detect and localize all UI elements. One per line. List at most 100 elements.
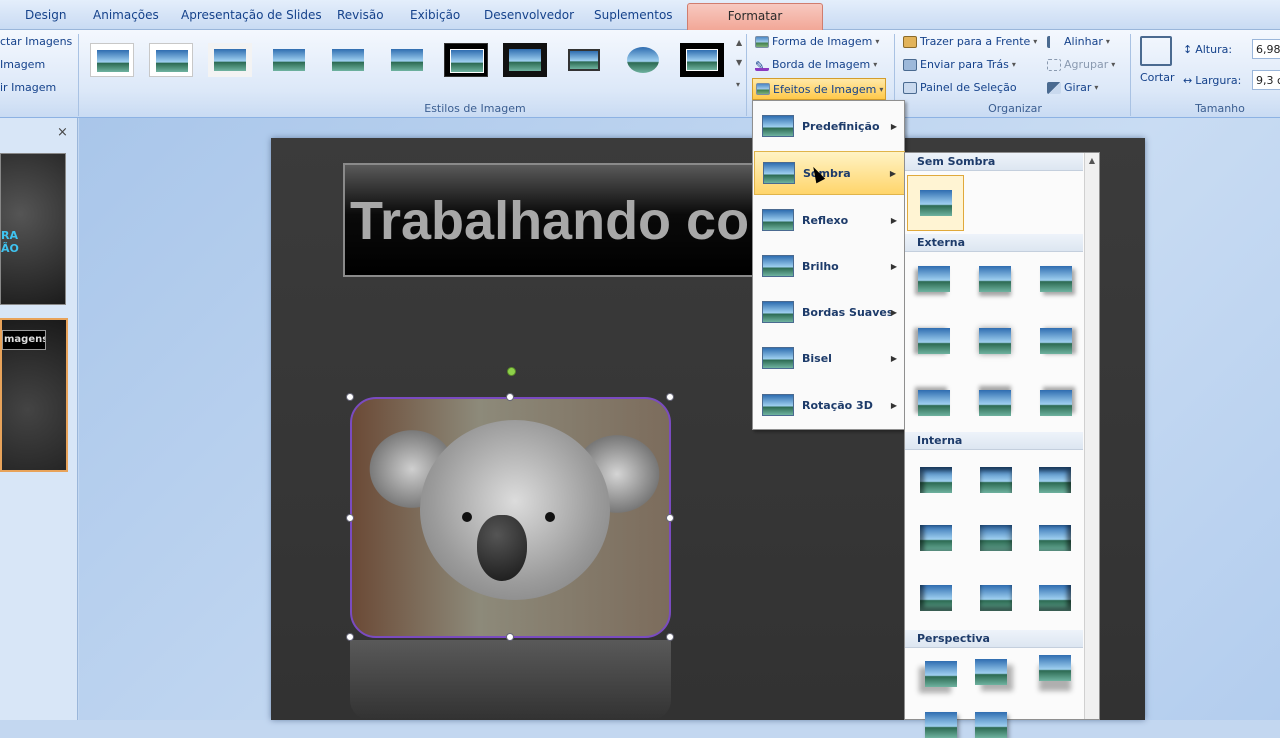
forma-label: Forma de Imagem: [772, 35, 873, 48]
shadow-option-interna-2[interactable]: [980, 467, 1012, 493]
enviar-tras-button[interactable]: Enviar para Trás ▾: [903, 58, 1016, 71]
rotation-handle[interactable]: [507, 367, 516, 376]
resize-handle-r[interactable]: [666, 514, 674, 522]
shadow-option-perspectiva-1[interactable]: [925, 661, 957, 687]
altura-field[interactable]: 6,98: [1252, 39, 1280, 59]
image-style-11[interactable]: [680, 43, 724, 77]
shadow-option-interna-7[interactable]: [920, 585, 952, 611]
agrupar-label: Agrupar: [1064, 58, 1109, 71]
image-style-7[interactable]: [444, 43, 488, 77]
menu-label: Bisel: [802, 351, 832, 365]
shadow-option-externa-4[interactable]: [918, 328, 950, 354]
gallery-expand-icon[interactable]: ▾: [736, 80, 740, 89]
menu-label: Predefinição: [802, 119, 880, 133]
menu-item-sombra[interactable]: Sombra ▶: [754, 151, 905, 195]
submenu-arrow-icon: ▶: [890, 400, 897, 410]
shadow-option-interna-3[interactable]: [1039, 467, 1071, 493]
image-style-1[interactable]: [90, 43, 134, 77]
shadow-option-externa-7[interactable]: [918, 390, 950, 416]
largura-field[interactable]: 9,3 c: [1252, 70, 1280, 90]
slide-thumbnail-1[interactable]: RA ÃO: [0, 153, 66, 305]
image-style-4[interactable]: [267, 43, 311, 77]
agrupar-button[interactable]: Agrupar ▾: [1047, 58, 1115, 71]
shadow-option-externa-1[interactable]: [918, 266, 950, 292]
shadow-option-interna-5[interactable]: [980, 525, 1012, 551]
menu-label: Bordas Suaves: [802, 305, 894, 319]
koala-eye-right: [545, 512, 555, 522]
shadow-option-externa-9[interactable]: [1040, 390, 1072, 416]
rotation-3d-icon: [762, 394, 794, 416]
shadow-option-externa-5[interactable]: [979, 328, 1011, 354]
shadow-thumb: [920, 190, 952, 216]
koala-nose: [477, 515, 527, 581]
tab-formatar[interactable]: Formatar: [687, 3, 823, 30]
ribbon-tab-bar: Design Animações Apresentação de Slides …: [0, 0, 1280, 30]
tab-design[interactable]: Design: [25, 8, 66, 22]
shadow-option-perspectiva-4[interactable]: [925, 712, 957, 738]
shadow-option-interna-1[interactable]: [920, 467, 952, 493]
resize-handle-br[interactable]: [666, 633, 674, 641]
slide-thumbnail-2[interactable]: magens: [0, 318, 68, 472]
close-panel-icon[interactable]: ×: [57, 125, 68, 140]
menu-item-rotacao-3d[interactable]: Rotação 3D ▶: [754, 383, 905, 427]
ribbon-left-item-2: Imagem: [0, 58, 46, 71]
image-style-8[interactable]: [503, 43, 547, 77]
change-image-button[interactable]: Imagem: [0, 58, 45, 71]
borda-imagem-button[interactable]: ✎ Borda de Imagem ▾: [755, 58, 877, 72]
resize-handle-tr[interactable]: [666, 393, 674, 401]
tab-exibicao[interactable]: Exibição: [410, 8, 460, 22]
resize-handle-bl[interactable]: [346, 633, 354, 641]
resize-handle-b[interactable]: [506, 633, 514, 641]
menu-item-bisel[interactable]: Bisel ▶: [754, 336, 905, 380]
shadow-option-interna-4[interactable]: [920, 525, 952, 551]
image-style-2[interactable]: [149, 43, 193, 77]
tab-revisao[interactable]: Revisão: [337, 8, 384, 22]
gallery-scrollbar[interactable]: ▲: [1084, 153, 1099, 719]
submenu-arrow-icon: ▶: [890, 261, 897, 271]
glow-icon: [762, 255, 794, 277]
image-style-5[interactable]: [326, 43, 370, 77]
shadow-option-externa-6[interactable]: [1040, 328, 1072, 354]
resize-handle-t[interactable]: [506, 393, 514, 401]
align-icon: [1047, 35, 1061, 48]
forma-imagem-button[interactable]: Forma de Imagem ▾: [755, 35, 879, 48]
ribbon-left-item-1: ctar Imagens: [0, 35, 73, 48]
girar-button[interactable]: Girar ▾: [1047, 81, 1098, 94]
tab-suplementos[interactable]: Suplementos: [594, 8, 673, 22]
painel-selecao-button[interactable]: Painel de Seleção: [903, 81, 1017, 94]
efeitos-menu: Predefinição ▶ Sombra ▶ Reflexo ▶ Brilho ▶ B…: [752, 100, 905, 430]
compress-images-button[interactable]: ctar Imagens: [0, 35, 72, 48]
efeitos-imagem-button[interactable]: Efeitos de Imagem ▾: [752, 78, 886, 100]
shadow-option-perspectiva-3[interactable]: [1039, 655, 1071, 681]
menu-item-reflexo[interactable]: Reflexo ▶: [754, 198, 905, 242]
cortar-button[interactable]: Cortar: [1140, 71, 1175, 84]
menu-item-brilho[interactable]: Brilho ▶: [754, 244, 905, 288]
tab-apresentacao[interactable]: Apresentação de Slides: [181, 8, 322, 22]
gallery-scroll-up-icon[interactable]: ▲: [736, 38, 742, 47]
shadow-option-externa-3[interactable]: [1040, 266, 1072, 292]
tab-animacoes[interactable]: Animações: [93, 8, 159, 22]
shadow-option-externa-8[interactable]: [979, 390, 1011, 416]
resize-handle-tl[interactable]: [346, 393, 354, 401]
gallery-header-perspectiva: Perspectiva: [905, 630, 1083, 648]
image-style-10[interactable]: [621, 43, 665, 77]
altura-control: ↕ Altura:: [1183, 43, 1232, 56]
image-style-9[interactable]: [562, 43, 606, 77]
shadow-option-perspectiva-5[interactable]: [975, 712, 1007, 738]
menu-item-predefinicao[interactable]: Predefinição ▶: [754, 104, 905, 148]
alinhar-button[interactable]: Alinhar ▾: [1047, 35, 1110, 48]
trazer-frente-button[interactable]: Trazer para a Frente ▾: [903, 35, 1037, 48]
shadow-option-externa-2[interactable]: [979, 266, 1011, 292]
shadow-option-interna-9[interactable]: [1039, 585, 1071, 611]
gallery-scroll-down-icon[interactable]: ▼: [736, 58, 742, 67]
shadow-option-interna-6[interactable]: [1039, 525, 1071, 551]
image-style-6[interactable]: [385, 43, 429, 77]
reset-image-button[interactable]: ir Imagem: [0, 81, 56, 94]
shadow-option-perspectiva-2[interactable]: [975, 659, 1007, 685]
menu-item-bordas-suaves[interactable]: Bordas Suaves ▶: [754, 290, 905, 334]
shadow-option-interna-8[interactable]: [980, 585, 1012, 611]
tab-desenvolvedor[interactable]: Desenvolvedor: [484, 8, 574, 22]
resize-handle-l[interactable]: [346, 514, 354, 522]
scroll-up-icon[interactable]: ▲: [1085, 156, 1099, 165]
image-style-3[interactable]: [208, 43, 252, 77]
